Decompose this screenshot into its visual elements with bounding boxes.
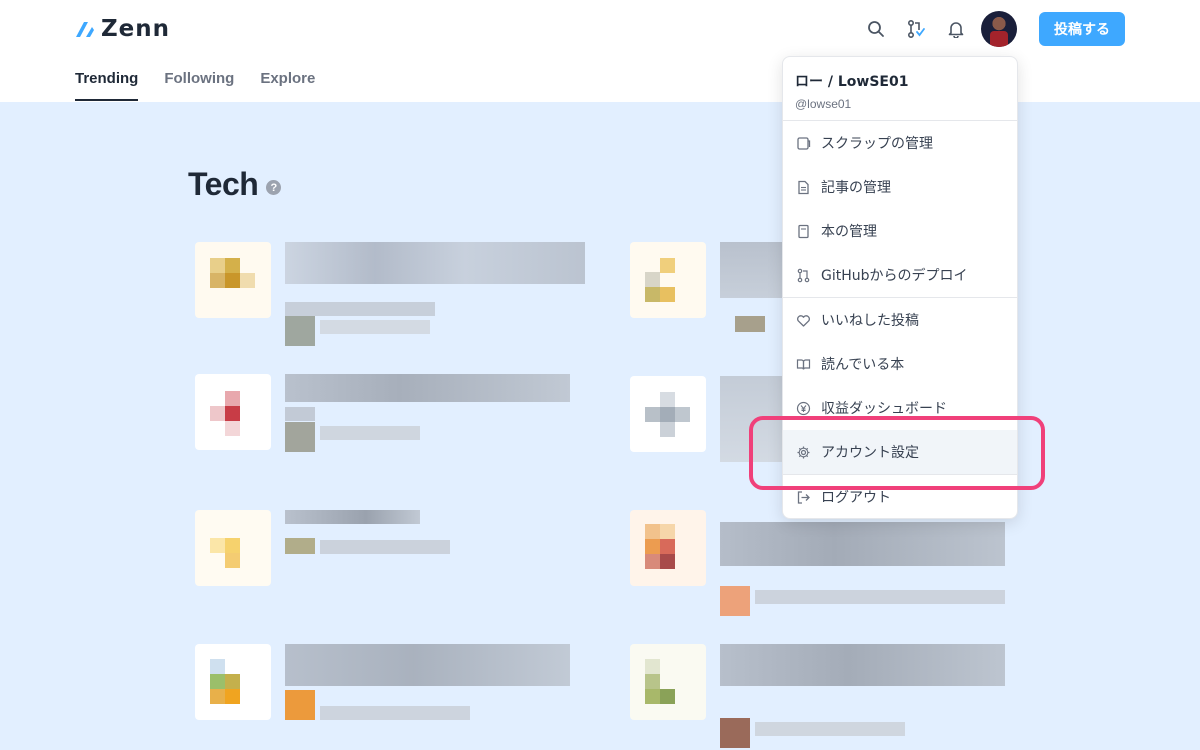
author-avatar-blur bbox=[720, 718, 750, 748]
menu-item-books[interactable]: 本の管理 bbox=[783, 209, 1017, 253]
gear-icon bbox=[795, 444, 811, 460]
menu-item-label: 記事の管理 bbox=[821, 180, 891, 196]
menu-item-label: アカウント設定 bbox=[821, 445, 919, 461]
menu-item-reading-books[interactable]: 読んでいる本 bbox=[783, 342, 1017, 386]
article-card[interactable] bbox=[615, 632, 1020, 750]
section-heading: Tech ? bbox=[188, 166, 282, 203]
header: Zenn Trending Following Explore 投稿する bbox=[0, 0, 1200, 102]
article-thumbnail bbox=[630, 376, 706, 452]
main-content: Tech ? bbox=[0, 102, 1200, 750]
document-icon bbox=[795, 179, 811, 195]
menu-item-label: 読んでいる本 bbox=[821, 357, 905, 373]
article-thumbnail bbox=[630, 510, 706, 586]
post-button[interactable]: 投稿する bbox=[1039, 12, 1125, 46]
git-icon bbox=[795, 267, 811, 283]
article-date-blur bbox=[320, 320, 430, 334]
article-date-blur bbox=[755, 590, 1005, 604]
menu-item-label: 収益ダッシュボード bbox=[821, 401, 947, 417]
article-card[interactable] bbox=[180, 362, 590, 472]
logout-icon bbox=[795, 489, 811, 505]
menu-item-label: スクラップの管理 bbox=[821, 136, 933, 152]
zenn-logo-icon bbox=[76, 22, 94, 37]
menu-item-label: GitHubからのデプロイ bbox=[821, 268, 968, 284]
author-avatar-blur bbox=[285, 690, 315, 720]
article-title-blur bbox=[285, 374, 570, 402]
scrap-icon bbox=[795, 135, 811, 151]
section-title: Tech bbox=[188, 166, 259, 202]
menu-group-manage: スクラップの管理 記事の管理 本の管理 GitHubからのデプロイ bbox=[783, 121, 1017, 298]
article-date-blur bbox=[320, 426, 420, 440]
tab-explore[interactable]: Explore bbox=[260, 70, 315, 101]
menu-user-handle: @lowse01 bbox=[795, 97, 852, 111]
article-card[interactable] bbox=[615, 502, 1020, 622]
menu-item-label: いいねした投稿 bbox=[821, 313, 919, 329]
menu-item-github-deploy[interactable]: GitHubからのデプロイ bbox=[783, 253, 1017, 297]
header-icons bbox=[865, 18, 967, 40]
user-dropdown-menu: ロー / LowSE01 @lowse01 スクラップの管理 記事の管理 本の管… bbox=[782, 56, 1018, 519]
bell-icon[interactable] bbox=[945, 18, 967, 40]
book-icon bbox=[795, 223, 811, 239]
menu-group-session: ログアウト bbox=[783, 475, 1017, 518]
article-card[interactable] bbox=[180, 502, 590, 602]
author-avatar-blur bbox=[285, 538, 315, 554]
article-meta-blur bbox=[285, 302, 435, 316]
zenn-logo[interactable]: Zenn bbox=[75, 16, 170, 42]
article-card[interactable] bbox=[615, 372, 782, 482]
article-date-blur bbox=[320, 540, 450, 554]
logo-text: Zenn bbox=[101, 16, 171, 42]
article-card[interactable] bbox=[180, 238, 590, 348]
article-thumbnail bbox=[195, 644, 271, 720]
article-title-blur bbox=[285, 510, 420, 524]
article-title-blur bbox=[720, 522, 1005, 566]
user-avatar[interactable] bbox=[981, 11, 1017, 47]
article-date-blur bbox=[755, 722, 905, 736]
article-thumbnail bbox=[630, 242, 706, 318]
menu-user-name: ロー / LowSE01 bbox=[795, 74, 909, 90]
search-icon[interactable] bbox=[865, 18, 887, 40]
yen-icon bbox=[795, 400, 811, 416]
menu-group-personal: いいねした投稿 読んでいる本 収益ダッシュボード アカウント設定 bbox=[783, 298, 1017, 475]
article-thumbnail bbox=[195, 374, 271, 450]
git-pull-request-icon[interactable] bbox=[905, 18, 927, 40]
menu-item-scraps[interactable]: スクラップの管理 bbox=[783, 121, 1017, 165]
article-title-blur bbox=[285, 644, 570, 686]
article-card[interactable] bbox=[615, 238, 782, 348]
menu-item-label: ログアウト bbox=[821, 490, 891, 506]
open-book-icon bbox=[795, 356, 811, 372]
article-meta-blur bbox=[285, 407, 315, 421]
menu-user-info[interactable]: ロー / LowSE01 @lowse01 bbox=[783, 57, 1017, 121]
article-card[interactable] bbox=[180, 632, 590, 750]
article-title-blur bbox=[285, 242, 585, 284]
heart-icon bbox=[795, 312, 811, 328]
author-avatar-blur bbox=[720, 586, 750, 616]
menu-item-account-settings[interactable]: アカウント設定 bbox=[783, 430, 1017, 474]
article-title-blur bbox=[720, 242, 782, 298]
article-title-blur bbox=[720, 644, 1005, 686]
menu-item-liked-posts[interactable]: いいねした投稿 bbox=[783, 298, 1017, 342]
article-thumbnail bbox=[195, 242, 271, 318]
menu-item-label: 本の管理 bbox=[821, 224, 877, 240]
menu-item-articles[interactable]: 記事の管理 bbox=[783, 165, 1017, 209]
author-avatar-blur bbox=[285, 422, 315, 452]
help-icon[interactable]: ? bbox=[266, 180, 282, 195]
tab-following[interactable]: Following bbox=[164, 70, 234, 101]
tab-trending[interactable]: Trending bbox=[75, 70, 139, 101]
menu-item-logout[interactable]: ログアウト bbox=[783, 475, 1017, 518]
author-avatar-blur bbox=[735, 316, 765, 332]
article-thumbnail bbox=[630, 644, 706, 720]
menu-item-revenue-dashboard[interactable]: 収益ダッシュボード bbox=[783, 386, 1017, 430]
author-avatar-blur bbox=[285, 316, 315, 346]
article-title-blur bbox=[720, 376, 782, 462]
article-date-blur bbox=[320, 706, 470, 720]
article-thumbnail bbox=[195, 510, 271, 586]
feed-tabs: Trending Following Explore bbox=[75, 70, 315, 101]
